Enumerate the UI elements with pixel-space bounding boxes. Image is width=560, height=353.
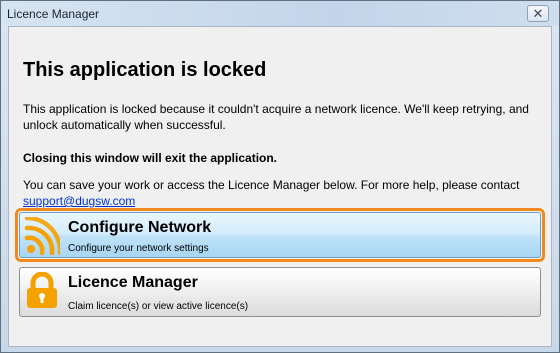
help-text-body: You can save your work or access the Lic… (23, 178, 520, 192)
close-icon: ✕ (532, 6, 544, 21)
title-bar[interactable]: Licence Manager ✕ (1, 1, 559, 26)
close-button[interactable]: ✕ (527, 5, 549, 22)
exit-warning: Closing this window will exit the applic… (23, 151, 278, 165)
dialog-body: This application is locked This applicat… (8, 26, 552, 347)
licence-manager-window: Licence Manager ✕ This application is lo… (0, 0, 560, 353)
configure-network-subtitle: Configure your network settings (68, 243, 209, 254)
licence-manager-button[interactable]: Licence Manager Claim licence(s) or view… (19, 267, 541, 317)
configure-network-button[interactable]: Configure Network Configure your network… (19, 212, 541, 258)
support-email-link[interactable]: support@dugsw.com (23, 194, 135, 208)
locked-explanation: This application is locked because it co… (23, 102, 529, 132)
page-title: This application is locked (23, 59, 267, 81)
padlock-icon (27, 272, 57, 308)
licence-manager-title: Licence Manager (68, 274, 198, 291)
wifi-signal-icon (24, 217, 60, 255)
configure-network-title: Configure Network (68, 219, 212, 236)
licence-manager-subtitle: Claim licence(s) or view active licence(… (68, 301, 249, 312)
window-title: Licence Manager (7, 7, 100, 21)
help-text: You can save your work or access the Lic… (23, 177, 543, 209)
